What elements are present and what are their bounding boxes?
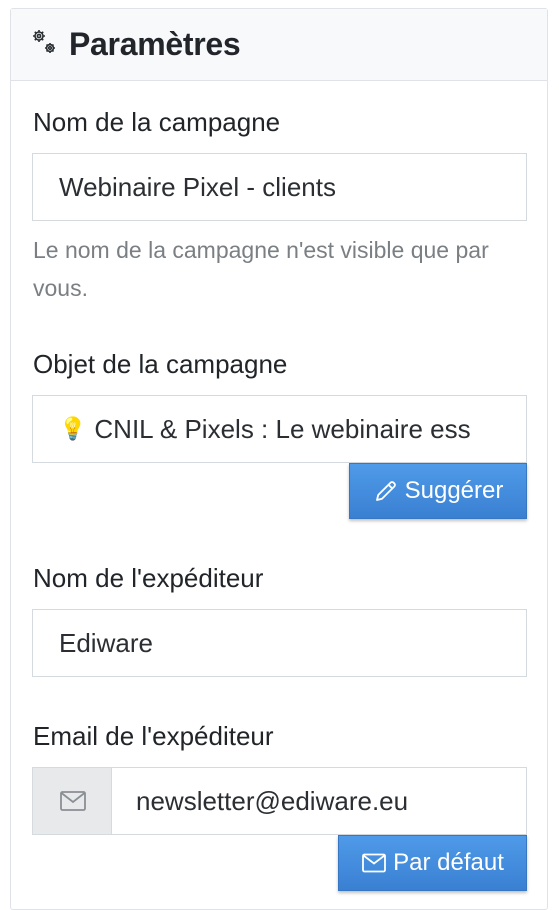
campaign-name-label: Nom de la campagne xyxy=(33,107,281,137)
campaign-name-help: Le nom de la campagne n'est visible que … xyxy=(33,237,489,301)
email-addon xyxy=(32,767,112,835)
sender-email-label: Email de l'expéditeur xyxy=(33,721,274,751)
campaign-subject-label: Objet de la campagne xyxy=(33,349,288,379)
gears-icon xyxy=(29,27,61,59)
suggest-button-label: Suggérer xyxy=(404,477,504,504)
sender-name-value: Ediware xyxy=(59,627,153,658)
envelope-icon xyxy=(59,791,86,811)
lightbulb-icon: 💡 xyxy=(59,416,87,441)
sender-name-label: Nom de l'expéditeur xyxy=(33,563,264,593)
page-title: Paramètres xyxy=(69,26,241,62)
panel-header: Paramètres xyxy=(11,9,547,81)
sender-email-input[interactable]: newsletter@ediware.eu xyxy=(111,767,527,835)
suggest-button[interactable]: Suggérer xyxy=(349,463,527,519)
sender-name-input[interactable]: Ediware xyxy=(32,609,527,677)
campaign-name-input[interactable]: Webinaire Pixel - clients xyxy=(32,153,527,221)
sender-email-value: newsletter@ediware.eu xyxy=(136,785,409,816)
default-email-button-label: Par défaut xyxy=(393,849,504,876)
settings-panel: Paramètres Nom de la campagne Webinaire … xyxy=(10,8,548,910)
campaign-name-value: Webinaire Pixel - clients xyxy=(59,171,336,202)
default-email-button[interactable]: Par défaut xyxy=(338,835,527,891)
pencil-icon xyxy=(375,481,396,501)
campaign-subject-input[interactable]: 💡 CNIL & Pixels : Le webinaire ess xyxy=(32,395,527,463)
envelope-icon xyxy=(362,853,387,873)
campaign-subject-value: CNIL & Pixels : Le webinaire ess xyxy=(94,413,471,444)
